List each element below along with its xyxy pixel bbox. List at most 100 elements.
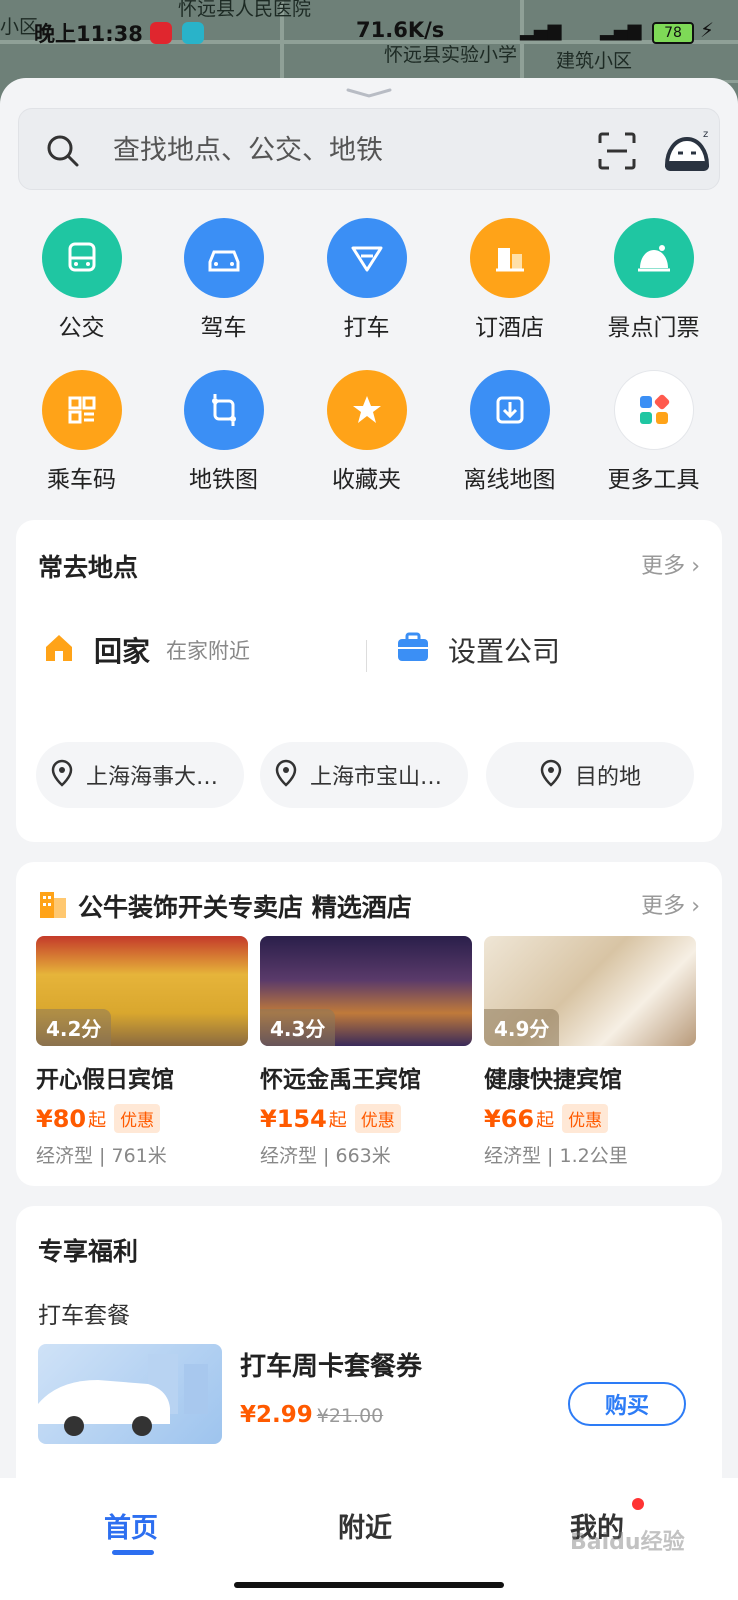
shortcut-more-tools[interactable]: 更多工具: [582, 370, 725, 494]
hotel-photo: 4.2分: [36, 936, 248, 1046]
chip-label: 上海市宝山…: [310, 765, 443, 790]
more-link[interactable]: 更多 ›: [641, 888, 700, 920]
signal-icon: ▂▄▆: [600, 20, 642, 41]
card-title: 常去地点: [38, 553, 139, 582]
hotel-name: 健康快捷宾馆: [484, 1067, 622, 1093]
hotel-photo: 4.9分: [484, 936, 696, 1046]
card-title: 专享福利: [38, 1237, 139, 1266]
subway-icon: [183, 370, 264, 450]
hotel-meta: 经济型 | 663米: [260, 1145, 391, 1167]
tab-home[interactable]: 首页: [104, 1506, 158, 1545]
price-unit: 起: [328, 1109, 347, 1131]
baidu-watermark: Baidu经验: [570, 1530, 685, 1555]
location-pin-icon: [274, 759, 298, 791]
briefcase-icon: [396, 631, 430, 669]
hotel-name: 怀远金禹王宾馆: [260, 1067, 421, 1093]
hotel-score: 4.2分: [36, 1009, 112, 1046]
hotel-item[interactable]: 4.3分 怀远金禹王宾馆 ¥154 起 优惠 经济型 | 663米: [260, 936, 472, 1168]
buy-button[interactable]: 购买: [568, 1382, 686, 1426]
scan-icon[interactable]: [597, 131, 637, 175]
battery-icon: 78: [652, 22, 694, 44]
telegram-icon: [182, 22, 204, 44]
taxi-icon: [326, 218, 407, 298]
divider: [366, 640, 367, 672]
shortcut-offline-map[interactable]: 离线地图: [438, 370, 581, 494]
svg-text:z: z: [703, 129, 708, 140]
hotel-icon: [469, 218, 550, 298]
shortcut-drive[interactable]: 驾车: [152, 218, 295, 342]
more-label: 更多: [641, 554, 686, 579]
shortcut-favorites[interactable]: 收藏夹: [295, 370, 438, 494]
chip-label: 目的地: [574, 765, 641, 790]
signal-icon: ▂▄▆: [520, 20, 562, 41]
chevron-right-icon: ›: [691, 554, 700, 579]
hotel-meta: 经济型 | 761米: [36, 1145, 167, 1167]
bus-icon: [41, 218, 122, 298]
search-input[interactable]: [113, 127, 513, 173]
home-icon: [42, 631, 76, 669]
more-link[interactable]: 更多 ›: [641, 548, 700, 580]
home-place[interactable]: 回家 在家附近: [42, 630, 250, 670]
shortcut-label: 更多工具: [607, 467, 700, 493]
shortcut-subway[interactable]: 地铁图: [152, 370, 295, 494]
company-name: 设置公司: [448, 635, 561, 668]
hotel-score: 4.3分: [260, 1009, 336, 1046]
bottom-nav: 首页 附近 我的 Baidu经验: [0, 1478, 738, 1600]
recent-place-chip[interactable]: 上海海事大…: [36, 742, 244, 808]
shortcut-taxi[interactable]: 打车: [295, 218, 438, 342]
notification-dot: [632, 1498, 644, 1510]
recent-place-chip[interactable]: 上海市宝山…: [260, 742, 468, 808]
shortcut-label: 打车: [343, 315, 390, 341]
hotel-item[interactable]: 4.2分 开心假日宾馆 ¥80 起 优惠 经济型 | 761米: [36, 936, 248, 1168]
ticket-icon: [613, 218, 694, 298]
shortcut-label: 收藏夹: [332, 467, 401, 493]
shortcut-label: 离线地图: [463, 467, 556, 493]
download-icon: [469, 370, 550, 450]
home-indicator[interactable]: [234, 1582, 504, 1588]
tab-nearby[interactable]: 附近: [338, 1506, 392, 1545]
perk-price: ¥2.99: [240, 1402, 313, 1428]
price-unit: 起: [88, 1109, 107, 1131]
shortcut-hotel[interactable]: 订酒店: [438, 218, 581, 342]
card-title: 公牛装饰开关专卖店 精选酒店: [78, 893, 412, 922]
hotel-price: ¥154: [260, 1104, 327, 1133]
shortcut-label: 景点门票: [607, 315, 700, 341]
discount-badge: 优惠: [354, 1104, 401, 1133]
destination-chip[interactable]: 目的地: [486, 742, 694, 808]
frequent-places-card: 常去地点 更多 › 回家 在家附近 设置公司 上海海事大… 上海市宝山… 目的地: [16, 520, 722, 842]
perk-title: 打车周卡套餐券: [240, 1352, 423, 1382]
shortcut-label: 乘车码: [47, 467, 116, 493]
hotel-name: 开心假日宾馆: [36, 1067, 174, 1093]
hotel-price: ¥66: [484, 1104, 535, 1133]
bottom-sheet: z 公交 驾车 打车 订酒店: [0, 78, 738, 1600]
perk-old-price: ¥21.00: [316, 1405, 384, 1427]
perk-subtitle: 打车套餐: [38, 1303, 130, 1329]
home-sub: 在家附近: [166, 639, 251, 663]
company-place[interactable]: 设置公司: [396, 630, 560, 670]
hotel-photo: 4.3分: [260, 936, 472, 1046]
shortcut-label: 驾车: [200, 315, 247, 341]
apps-icon: [613, 370, 694, 450]
shortcut-label: 订酒店: [475, 315, 544, 341]
chevron-right-icon: ›: [691, 894, 700, 919]
more-label: 更多: [641, 894, 686, 919]
status-bar: 晚上11:38 71.6K/s ▂▄▆ ▂▄▆ 78 ⚡: [0, 18, 738, 48]
shortcut-label: 公交: [58, 315, 105, 341]
search-bar[interactable]: z: [18, 108, 720, 190]
sheet-drag-handle[interactable]: [346, 88, 392, 98]
shortcut-ride-code[interactable]: 乘车码: [10, 370, 153, 494]
chip-label: 上海海事大…: [86, 765, 219, 790]
location-pin-icon: [50, 759, 74, 791]
hotel-score: 4.9分: [484, 1009, 560, 1046]
network-speed: 71.6K/s: [356, 18, 445, 42]
assistant-avatar-icon[interactable]: z: [659, 123, 715, 183]
hotel-item[interactable]: 4.9分 健康快捷宾馆 ¥66 起 优惠 经济型 | 1.2公里: [484, 936, 696, 1168]
hotels-card: 公牛装饰开关专卖店 精选酒店 更多 › 4.2分 开心假日宾馆 ¥80 起 优惠 …: [16, 862, 722, 1186]
netease-music-icon: [150, 22, 172, 44]
car-icon: [183, 218, 264, 298]
shortcut-bus[interactable]: 公交: [10, 218, 153, 342]
qr-icon: [41, 370, 122, 450]
star-icon: [326, 370, 407, 450]
home-name: 回家: [94, 635, 151, 668]
shortcut-ticket[interactable]: 景点门票: [582, 218, 725, 342]
